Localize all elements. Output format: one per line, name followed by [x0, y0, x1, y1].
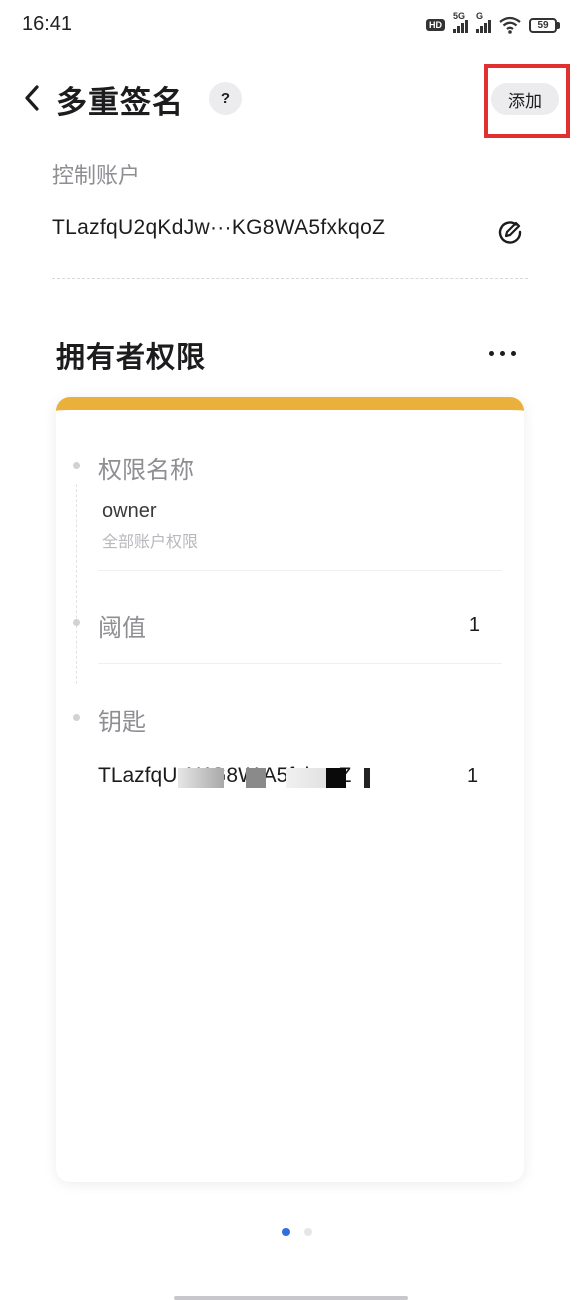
battery-icon: 59: [529, 17, 560, 33]
permission-name-subtitle: 全部账户权限: [102, 532, 199, 551]
timeline-dot: [73, 714, 80, 721]
wifi-icon: [499, 16, 521, 34]
page-indicator: [282, 1228, 312, 1236]
status-time: 16:41: [22, 13, 73, 35]
timeline-dot: [73, 462, 80, 469]
status-icons: HD 5G G 59: [426, 11, 560, 36]
key-weight: 1: [467, 765, 479, 787]
page-title: 多重签名: [56, 85, 184, 121]
timeline-dot: [73, 619, 80, 626]
multisig-page: 16:41 HD 5G G 59 多重签名 ? 添加 控制账户 TLazfqU2…: [0, 0, 582, 1300]
edit-account-button[interactable]: [496, 218, 524, 246]
help-button[interactable]: ?: [209, 82, 242, 115]
row-divider: [98, 663, 502, 664]
permission-card: 权限名称 owner 全部账户权限 阈值 1 钥匙 TLazfqU AKG8W …: [56, 397, 524, 1182]
threshold-label: 阈值: [98, 614, 146, 642]
signal-g-icon: G: [476, 11, 491, 33]
key-address: TLazfqU AKG8W A5fxkqoZ: [98, 764, 352, 787]
owner-permission-title: 拥有者权限: [56, 340, 207, 374]
page-dot-active[interactable]: [282, 1228, 290, 1236]
more-options-button[interactable]: [482, 338, 522, 368]
row-divider: [98, 570, 502, 571]
edit-icon: [498, 221, 522, 244]
status-bar: 16:41 HD 5G G 59: [0, 0, 582, 50]
home-indicator[interactable]: [174, 1296, 408, 1300]
timeline-line: [76, 484, 77, 684]
chevron-left-icon: [25, 85, 39, 111]
control-account-address: TLazfqU2qKdJw···KG8WA5fxkqoZ: [52, 216, 386, 239]
hd-icon: HD: [426, 19, 445, 31]
page-dot[interactable]: [304, 1228, 312, 1236]
more-horizontal-icon: [488, 350, 516, 356]
section-divider: [52, 278, 528, 279]
signal-5g-icon: 5G: [453, 11, 468, 33]
permission-name-label: 权限名称: [98, 456, 194, 484]
back-button[interactable]: [14, 80, 50, 116]
control-account-label: 控制账户: [52, 164, 141, 189]
permission-name-value: owner: [102, 500, 157, 522]
keys-label: 钥匙: [98, 708, 146, 736]
threshold-value: 1: [468, 614, 480, 636]
add-button[interactable]: 添加: [491, 83, 559, 115]
